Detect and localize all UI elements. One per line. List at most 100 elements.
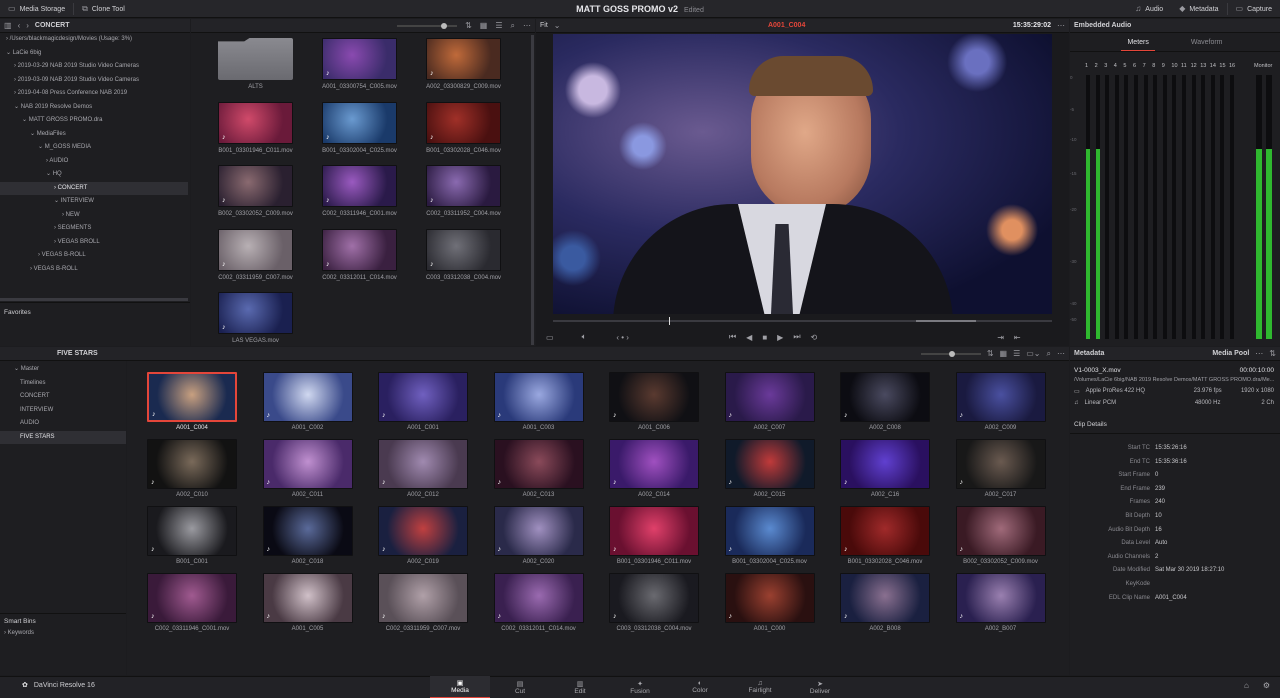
metadata-value[interactable]: 15:35:36:16: [1155, 459, 1187, 473]
mark-out-icon[interactable]: ⇤: [1014, 333, 1021, 342]
tree-chevron-icon[interactable]: ⌄: [54, 198, 61, 204]
bin-item[interactable]: INTERVIEW: [0, 404, 126, 418]
thumbnail-view-icon[interactable]: ▦: [1000, 349, 1008, 359]
clip-thumbnail[interactable]: ♪: [840, 506, 930, 556]
bin-item[interactable]: AUDIO: [0, 417, 126, 431]
search-icon[interactable]: ⌕: [1047, 349, 1051, 359]
media-storage-button[interactable]: ▭ Media Storage: [0, 0, 73, 18]
smart-bin-keywords[interactable]: › Keywords: [4, 630, 34, 636]
tree-item[interactable]: ⌄ LaCie 6big: [0, 47, 188, 61]
tree-item[interactable]: ⌄ HQ: [0, 168, 188, 182]
page-tab-media[interactable]: ▣ Media: [430, 676, 490, 698]
list-view-icon[interactable]: ☰: [1013, 349, 1020, 359]
tree-chevron-icon[interactable]: ⌄: [6, 50, 13, 56]
tree-item[interactable]: › /Users/blackmagicdesign/Movies (Usage:…: [0, 33, 188, 47]
play-icon[interactable]: ▶︎: [777, 333, 783, 342]
file-thumbnail[interactable]: ♪: [426, 38, 501, 80]
more-options-icon[interactable]: ⋯: [1057, 349, 1065, 359]
viewer-scrubber[interactable]: [553, 317, 1052, 325]
tree-item[interactable]: ⌄ MATT GROSS PROMO.dra: [0, 114, 188, 128]
metadata-value[interactable]: 239: [1155, 486, 1165, 500]
audio-toggle-button[interactable]: ♫ Audio: [1127, 0, 1171, 18]
tree-chevron-icon[interactable]: ⌄: [38, 144, 45, 150]
tree-item[interactable]: › NEW: [0, 209, 188, 223]
page-tab-edit[interactable]: ▥ Edit: [550, 676, 610, 698]
file-thumbnail[interactable]: ♪: [218, 165, 293, 207]
zoom-slider[interactable]: [397, 22, 458, 29]
page-tab-deliver[interactable]: ➤ Deliver: [790, 676, 850, 698]
mark-in-icon[interactable]: ⇥: [997, 333, 1004, 342]
clip-thumbnail[interactable]: ♪: [609, 372, 699, 422]
tree-item[interactable]: › CONCERT: [0, 181, 188, 195]
tree-chevron-icon[interactable]: ⌄: [22, 117, 29, 123]
clip-thumbnail[interactable]: ♪: [724, 573, 815, 623]
file-grid-scrollbar[interactable]: [531, 35, 534, 345]
page-tab-cut[interactable]: ▤ Cut: [490, 676, 550, 698]
bin-item[interactable]: CONCERT: [0, 390, 126, 404]
tree-scrollbar[interactable]: [0, 298, 188, 301]
panel-layout-icon[interactable]: ▥: [4, 21, 12, 31]
metadata-value[interactable]: Auto: [1155, 540, 1167, 554]
clip-thumbnail[interactable]: ♪: [955, 506, 1046, 556]
clip-thumbnail[interactable]: ♪: [378, 372, 468, 422]
tree-item[interactable]: ⌄ MediaFiles: [0, 128, 188, 142]
viewer-clip-name[interactable]: A001_C004: [566, 22, 1006, 29]
chevron-down-icon[interactable]: ⌄: [14, 366, 21, 372]
search-icon[interactable]: ⌕: [511, 21, 515, 31]
page-tab-fairlight[interactable]: ♫ Fairlight: [730, 676, 790, 698]
file-thumbnail[interactable]: ♪: [426, 165, 501, 207]
tab-meters[interactable]: Meters: [1121, 34, 1155, 51]
stop-icon[interactable]: ■: [762, 333, 767, 342]
tree-item[interactable]: ⌄ NAB 2019 Resolve Demos: [0, 101, 188, 115]
file-thumbnail[interactable]: ♪: [218, 101, 293, 144]
tree-item[interactable]: › SEGMENTS: [0, 222, 188, 236]
file-thumbnail[interactable]: ♪: [322, 101, 397, 144]
clip-thumbnail[interactable]: ♪: [262, 439, 353, 489]
clip-thumbnail[interactable]: ♪: [840, 439, 930, 489]
tree-item[interactable]: › VEGAS BROLL: [0, 236, 188, 250]
jump-to-start-icon[interactable]: ⏮︎: [729, 332, 736, 342]
clip-thumbnail[interactable]: ♪: [147, 506, 237, 556]
clip-thumbnail[interactable]: ♪: [724, 439, 815, 489]
more-options-icon[interactable]: ⋯: [523, 21, 531, 31]
forward-arrow-icon[interactable]: ›: [26, 21, 29, 31]
metadata-value[interactable]: 240: [1155, 499, 1165, 513]
clip-thumbnail[interactable]: ♪: [724, 506, 815, 556]
tree-chevron-icon[interactable]: ⌄: [46, 171, 53, 177]
page-tab-fusion[interactable]: ✦ Fusion: [610, 676, 670, 698]
metadata-toggle-button[interactable]: ◆ Metadata: [1171, 0, 1226, 18]
clip-thumbnail[interactable]: ♪: [147, 439, 237, 489]
metadata-value[interactable]: 15:35:26:16: [1155, 445, 1187, 459]
metadata-value[interactable]: Sat Mar 30 2019 18:27:10: [1155, 567, 1224, 581]
tree-item[interactable]: › VEGAS B-ROLL: [0, 249, 188, 263]
clip-thumbnail[interactable]: ♪: [262, 573, 353, 623]
tab-waveform[interactable]: Waveform: [1185, 34, 1229, 51]
clip-thumbnail[interactable]: ♪: [609, 506, 699, 556]
zoom-fit-dropdown[interactable]: Fit: [540, 22, 548, 29]
clone-tool-button[interactable]: ⧉ Clone Tool: [74, 0, 133, 18]
list-view-icon[interactable]: ☰: [495, 21, 502, 31]
speaker-icon[interactable]: 🔈︎: [582, 332, 587, 342]
clip-thumbnail[interactable]: ♪: [840, 372, 930, 422]
tree-item[interactable]: › AUDIO: [0, 155, 188, 169]
play-reverse-icon[interactable]: ◀︎: [746, 333, 752, 342]
more-options-icon[interactable]: ⋯: [1255, 349, 1263, 359]
tree-item[interactable]: ⌄ M_GOSS MEDIA: [0, 141, 188, 155]
clip-thumbnail[interactable]: ♪: [493, 573, 584, 623]
tree-item[interactable]: › 2019-04-08 Press Conference NAB 2019: [0, 87, 188, 101]
clip-thumbnail[interactable]: ♪: [378, 573, 468, 623]
sort-icon[interactable]: ⇅: [987, 349, 994, 359]
clip-thumbnail[interactable]: ♪: [609, 439, 699, 489]
capture-button[interactable]: ▭ Capture: [1228, 0, 1280, 18]
settings-icon[interactable]: ⚙: [1263, 681, 1270, 690]
clip-thumbnail[interactable]: ♪: [955, 439, 1046, 489]
clip-thumbnail[interactable]: ♪: [724, 372, 815, 422]
file-thumbnail[interactable]: ♪: [426, 228, 501, 271]
tree-item[interactable]: ⌄ INTERVIEW: [0, 195, 188, 209]
clip-thumbnail[interactable]: ♪: [955, 573, 1046, 623]
sort-icon[interactable]: ⇅: [1269, 349, 1276, 359]
jog-control[interactable]: ‹ • ›: [616, 333, 629, 342]
tree-item[interactable]: › VEGAS B-ROLL: [0, 263, 188, 277]
metadata-value[interactable]: 0: [1155, 472, 1158, 486]
viewer-mode-icon[interactable]: ▭: [546, 333, 554, 342]
